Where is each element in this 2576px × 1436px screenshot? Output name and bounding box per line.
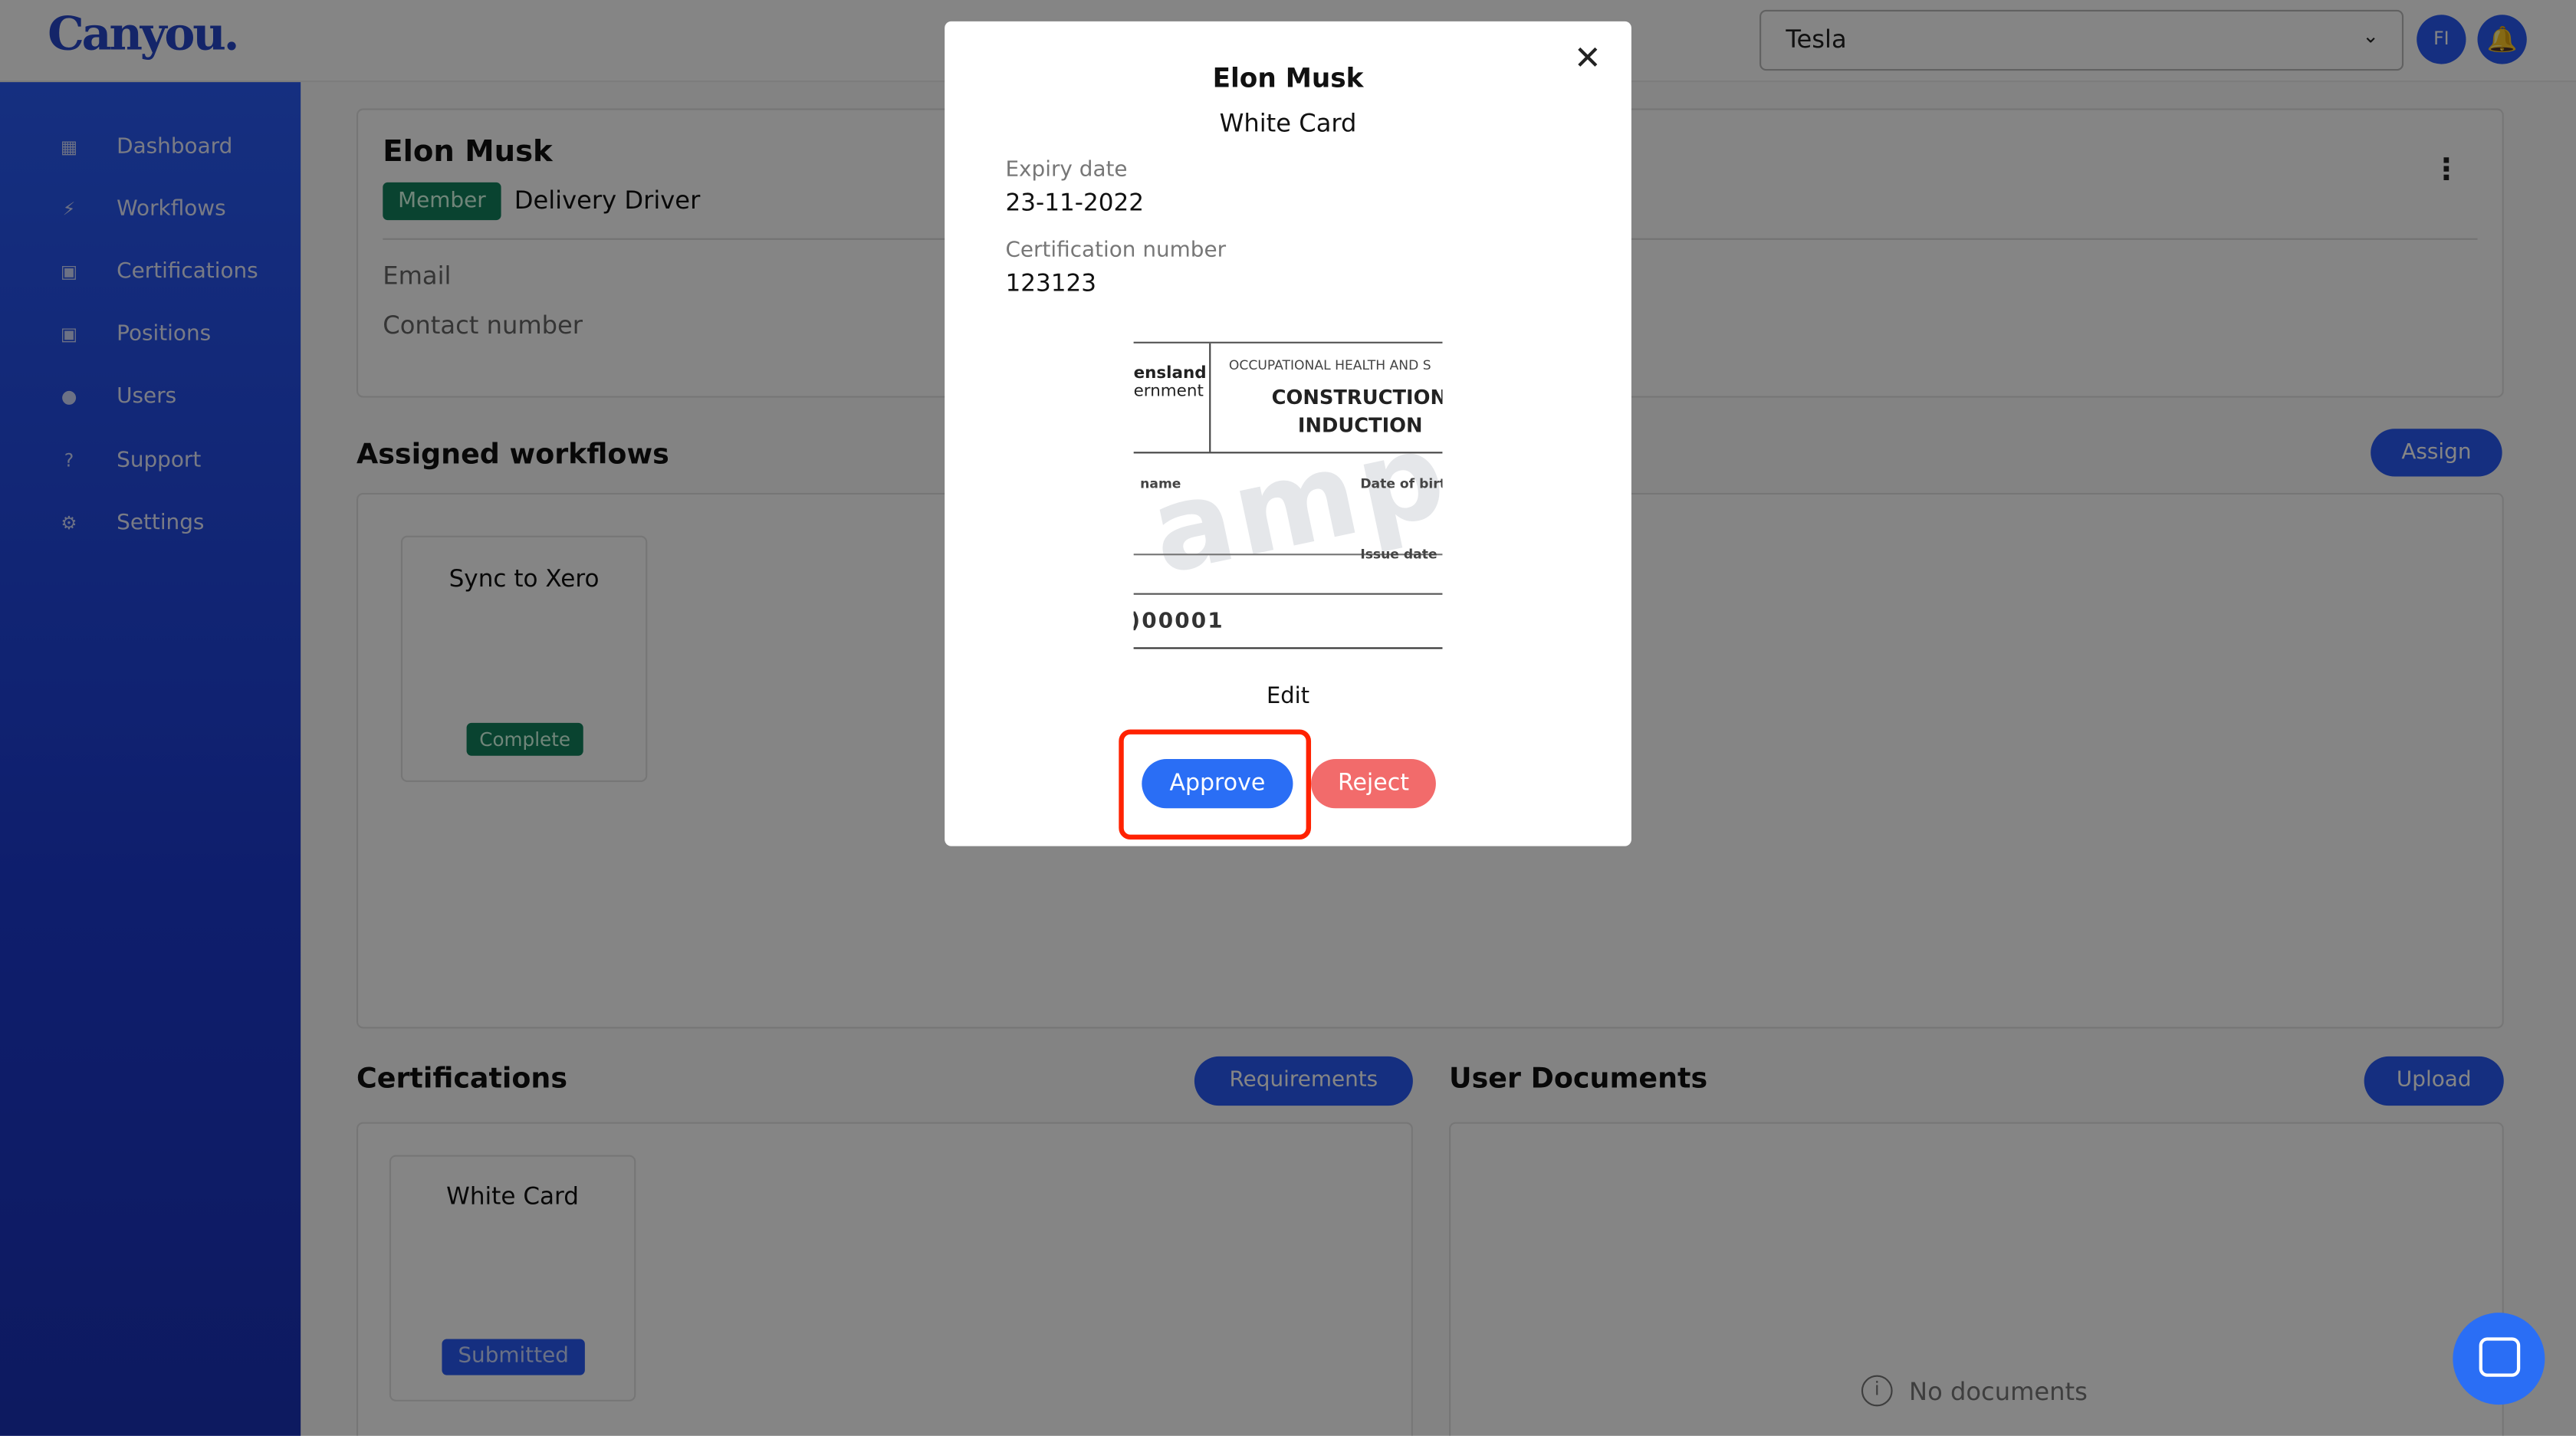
card-dob-label: Date of birth (1360, 476, 1442, 491)
card-name-label: name (1140, 476, 1181, 491)
card-issue-label: Issue date (1360, 547, 1438, 562)
card-number: )00001 (1133, 610, 1224, 635)
card-title: CONSTRUCTION (1271, 386, 1443, 409)
chat-icon (2479, 1337, 2521, 1377)
certification-modal: ✕ Elon Musk White Card Expiry date 23-11… (945, 21, 1631, 846)
modal-cert-name: White Card (1219, 108, 1357, 139)
expiry-label: Expiry date (1005, 157, 1128, 182)
modal-user-name: Elon Musk (1212, 62, 1364, 94)
expiry-value: 23-11-2022 (1005, 190, 1145, 217)
reject-button[interactable]: Reject (1311, 759, 1436, 809)
cert-number-value: 123123 (1005, 271, 1097, 297)
card-subtitle: INDUCTION (1297, 414, 1423, 438)
chat-launcher-button[interactable] (2453, 1313, 2545, 1405)
approve-button[interactable]: Approve (1142, 759, 1293, 809)
gov-text: ensland ernment (1133, 364, 1207, 401)
cert-number-label: Certification number (1005, 238, 1227, 263)
edit-link[interactable]: Edit (945, 683, 1631, 709)
certificate-image[interactable]: ampl ensland ernment OCCUPATIONAL HEALTH … (1133, 341, 1443, 649)
card-header-text: OCCUPATIONAL HEALTH AND S (1228, 358, 1431, 373)
